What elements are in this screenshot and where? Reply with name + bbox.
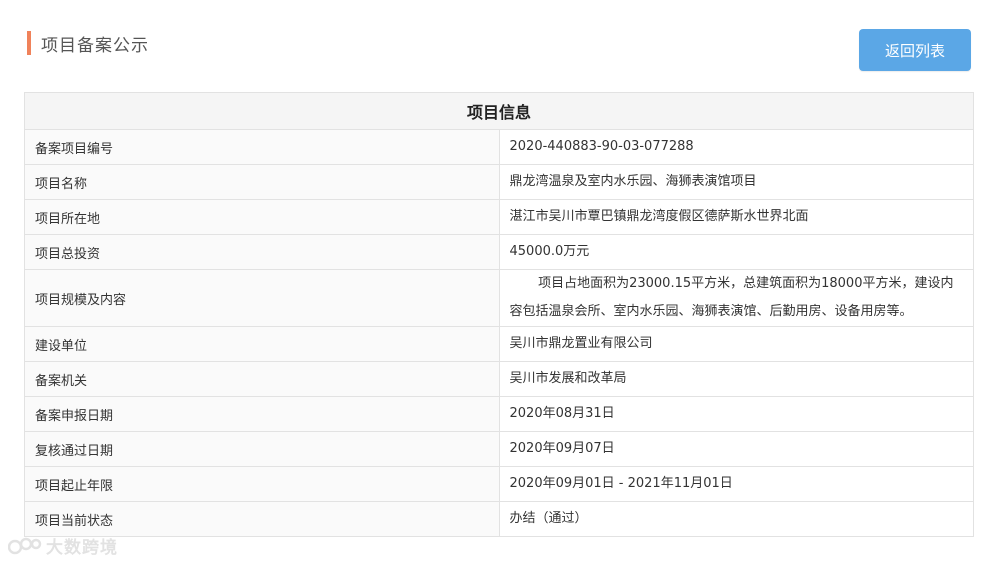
table-row: 建设单位 吴川市鼎龙置业有限公司 [24, 326, 974, 362]
row-label: 备案申报日期 [24, 396, 500, 432]
row-value: 2020年08月31日 [498, 396, 974, 432]
table-row: 备案机关 吴川市发展和改革局 [24, 361, 974, 397]
table-row: 项目起止年限 2020年09月01日 - 2021年11月01日 [24, 466, 974, 502]
row-value: 吴川市发展和改革局 [498, 361, 974, 397]
logo-icon [8, 537, 42, 554]
watermark: 大数跨境 [8, 533, 118, 558]
row-label: 项目起止年限 [24, 466, 500, 502]
row-value: 吴川市鼎龙置业有限公司 [498, 326, 974, 362]
back-to-list-button[interactable]: 返回列表 [859, 29, 971, 71]
row-label: 项目总投资 [24, 234, 500, 270]
row-label: 建设单位 [24, 326, 500, 362]
project-info-table: 项目信息 备案项目编号 2020-440883-90-03-077288 项目名… [24, 92, 974, 537]
table-heading: 项目信息 [24, 92, 974, 130]
page-title-bar: 项目备案公示 [27, 30, 149, 56]
row-value: 湛江市吴川市覃巴镇鼎龙湾度假区德萨斯水世界北面 [498, 199, 974, 235]
row-label: 项目当前状态 [24, 501, 500, 537]
watermark-text: 大数跨境 [46, 538, 118, 558]
row-label: 复核通过日期 [24, 431, 500, 467]
page: 项目备案公示 返回列表 项目信息 备案项目编号 2020-440883-90-0… [0, 0, 1000, 566]
title-accent-bar [27, 31, 31, 55]
table-row: 项目当前状态 办结（通过） [24, 501, 974, 537]
row-value: 2020-440883-90-03-077288 [498, 129, 974, 165]
table-row: 备案项目编号 2020-440883-90-03-077288 [24, 129, 974, 165]
row-value: 项目占地面积为23000.15平方米，总建筑面积为18000平方米，建设内容包括… [509, 276, 954, 319]
row-label: 备案项目编号 [24, 129, 500, 165]
table-row: 复核通过日期 2020年09月07日 [24, 431, 974, 467]
table-row: 备案申报日期 2020年08月31日 [24, 396, 974, 432]
row-value: 45000.0万元 [498, 234, 974, 270]
row-label: 备案机关 [24, 361, 500, 397]
table-row: 项目总投资 45000.0万元 [24, 234, 974, 270]
row-value-cell: 项目占地面积为23000.15平方米，总建筑面积为18000平方米，建设内容包括… [498, 269, 974, 327]
row-value: 鼎龙湾温泉及室内水乐园、海狮表演馆项目 [498, 164, 974, 200]
row-label: 项目所在地 [24, 199, 500, 235]
table-row: 项目所在地 湛江市吴川市覃巴镇鼎龙湾度假区德萨斯水世界北面 [24, 199, 974, 235]
row-label: 项目规模及内容 [24, 269, 500, 327]
table-row: 项目名称 鼎龙湾温泉及室内水乐园、海狮表演馆项目 [24, 164, 974, 200]
row-value: 办结（通过） [498, 501, 974, 537]
table-row: 项目规模及内容 项目占地面积为23000.15平方米，总建筑面积为18000平方… [24, 269, 974, 327]
row-value: 2020年09月01日 - 2021年11月01日 [498, 466, 974, 502]
row-label: 项目名称 [24, 164, 500, 200]
row-value: 2020年09月07日 [498, 431, 974, 467]
page-title: 项目备案公示 [41, 35, 149, 56]
